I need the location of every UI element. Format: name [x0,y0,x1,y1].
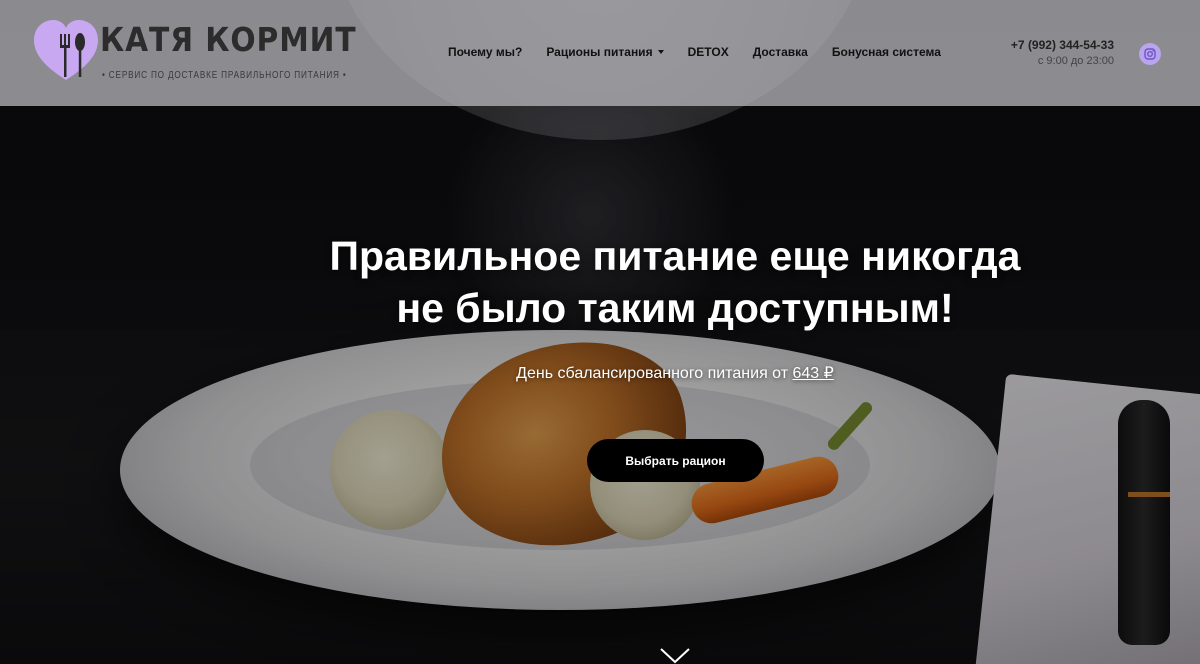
hero-subtitle-text: День сбалансированного питания от [516,365,793,382]
contact-block: +7 (992) 344-54-33 с 9:00 до 23:00 [1011,38,1114,67]
logo[interactable]: КАТЯ КОРМИТ • СЕРВИС ПО ДОСТАВКЕ ПРАВИЛЬ… [34,18,356,86]
choose-diet-button[interactable]: Выбрать рацион [587,439,764,482]
nav-item-label: Рационы питания [546,45,653,59]
logo-subtitle: • СЕРВИС ПО ДОСТАВКЕ ПРАВИЛЬНОГО ПИТАНИЯ… [102,70,347,81]
nav-item-delivery[interactable]: Доставка [753,45,808,59]
nav-item-bonus[interactable]: Бонусная система [832,45,941,59]
phone-number[interactable]: +7 (992) 344-54-33 [1011,38,1114,52]
site-header: КАТЯ КОРМИТ • СЕРВИС ПО ДОСТАВКЕ ПРАВИЛЬ… [0,0,1200,106]
nav-item-label: Доставка [752,45,808,59]
heart-cutlery-icon [34,20,98,80]
hero-title: Правильное питание еще никогда не было т… [0,230,1200,334]
main-nav: Почему мы? Рационы питания DETOX Доставк… [448,45,941,59]
hero-title-line1: Правильное питание еще никогда [329,233,1021,279]
working-hours: с 9:00 до 23:00 [1037,55,1114,67]
hero-subtitle: День сбалансированного питания от 643 ₽ [0,363,1200,383]
hero-title-line2: не было таким доступным! [396,285,954,331]
nav-item-label: Почему мы? [448,45,523,59]
nav-item-why-us[interactable]: Почему мы? [448,45,522,59]
price-link[interactable]: 643 ₽ [793,365,834,382]
nav-item-diets[interactable]: Рационы питания [546,45,664,59]
nav-item-label: Бонусная система [831,45,941,59]
nav-item-label: DETOX [687,45,729,59]
caret-down-icon [657,50,664,54]
instagram-icon[interactable] [1139,43,1161,65]
chevron-down-icon[interactable] [660,648,690,664]
nav-item-detox[interactable]: DETOX [688,45,729,59]
logo-title: КАТЯ КОРМИТ [100,20,357,59]
landing-page: КАТЯ КОРМИТ • СЕРВИС ПО ДОСТАВКЕ ПРАВИЛЬ… [0,0,1200,664]
